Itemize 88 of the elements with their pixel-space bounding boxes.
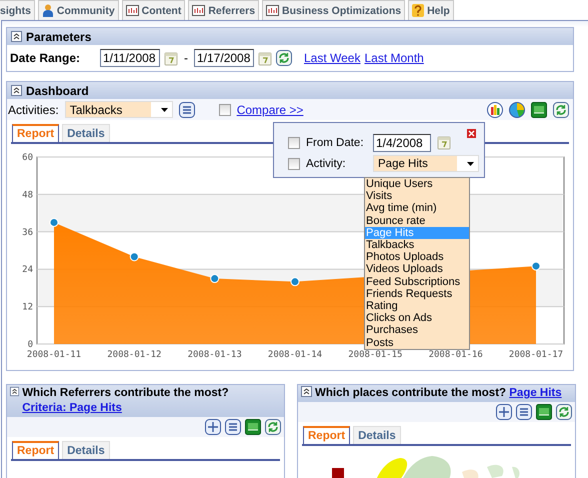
activity-checkbox[interactable] bbox=[288, 158, 300, 170]
dropdown-option[interactable]: Videos Uploads bbox=[365, 263, 469, 276]
x-axis-label: 2008-01-14 bbox=[268, 350, 322, 360]
collapse-icon[interactable] bbox=[11, 31, 22, 42]
dropdown-option[interactable]: Feed Subscriptions bbox=[365, 276, 469, 288]
caret-icon bbox=[467, 162, 474, 166]
collapse-icon[interactable] bbox=[11, 85, 22, 96]
collapse-icon[interactable] bbox=[301, 386, 312, 397]
list-icon[interactable] bbox=[516, 404, 532, 420]
chart-icon bbox=[126, 5, 139, 16]
person-icon bbox=[42, 4, 54, 17]
panel-title: Which places contribute the most? Page Hits bbox=[315, 386, 562, 401]
dropdown-option[interactable]: Talkbacks bbox=[365, 239, 469, 252]
activities-label: Activities: bbox=[8, 102, 59, 116]
activity-dropdown[interactable]: Page Hits bbox=[373, 155, 479, 172]
view-tab[interactable]: Details bbox=[62, 124, 110, 142]
from-date-field[interactable]: 1/4/2008 bbox=[373, 134, 431, 152]
dropdown-option[interactable]: Purchases bbox=[365, 324, 469, 337]
pie-chart-icon[interactable] bbox=[509, 102, 525, 118]
refresh-icon[interactable] bbox=[276, 50, 292, 66]
nav-tab[interactable]: Referrers bbox=[188, 0, 260, 20]
dropdown-option[interactable]: Avg time (min) bbox=[365, 202, 469, 215]
nav-tab[interactable]: Community bbox=[38, 0, 119, 20]
x-axis-label: 2008-01-12 bbox=[107, 350, 162, 360]
nav-tab[interactable]: sights bbox=[0, 0, 35, 20]
bar-chart-icon[interactable] bbox=[487, 102, 503, 118]
close-icon[interactable] bbox=[467, 129, 476, 138]
dropdown-option[interactable]: Clicks on Ads bbox=[365, 312, 469, 324]
dropdown-option[interactable]: Bounce rate bbox=[365, 214, 469, 227]
calendar-icon[interactable] bbox=[164, 50, 178, 66]
view-tab[interactable]: Details bbox=[62, 441, 110, 459]
chart-icon bbox=[192, 5, 206, 16]
dropdown-option[interactable]: Posts bbox=[365, 336, 469, 349]
x-axis-label: 2008-01-17 bbox=[508, 350, 564, 360]
nav-tab[interactable]: Content bbox=[122, 0, 186, 20]
compare-checkbox[interactable] bbox=[218, 104, 231, 116]
y-axis-label: 48 bbox=[22, 190, 33, 200]
y-axis-label: 24 bbox=[22, 265, 33, 276]
expand-icon[interactable] bbox=[205, 419, 221, 435]
export-icon[interactable] bbox=[531, 102, 547, 118]
criteria-link[interactable]: Criteria: Page Hits bbox=[22, 402, 122, 414]
x-axis-label: 2008-01-13 bbox=[188, 350, 242, 360]
y-axis-label: 60 bbox=[22, 153, 33, 163]
dropdown-option[interactable]: Unique Users bbox=[365, 178, 469, 190]
calendar-icon[interactable] bbox=[437, 135, 451, 150]
date-range-label: Date Range: bbox=[10, 51, 82, 65]
dropdown-option[interactable]: Visits bbox=[365, 190, 469, 202]
y-axis-label: 12 bbox=[22, 302, 33, 313]
chart-icon bbox=[266, 5, 280, 16]
data-point bbox=[290, 277, 300, 286]
date-link[interactable]: Last Week bbox=[304, 51, 360, 65]
list-icon[interactable] bbox=[225, 419, 241, 435]
y-axis-label: 0 bbox=[28, 340, 33, 350]
activity-dropdown[interactable]: Talkbacks bbox=[64, 101, 173, 118]
list-icon[interactable] bbox=[178, 102, 195, 118]
date-separator: - bbox=[184, 51, 188, 65]
date-field[interactable]: 1/11/2008 bbox=[100, 49, 160, 67]
export-icon[interactable] bbox=[536, 404, 552, 420]
x-axis-label: 2008-01-11 bbox=[26, 350, 82, 360]
y-axis-label: 36 bbox=[22, 228, 33, 238]
dropdown-option[interactable]: Photos Uploads bbox=[365, 251, 469, 264]
compare-link[interactable]: Compare >> bbox=[236, 102, 304, 116]
from-date-checkbox[interactable] bbox=[288, 136, 300, 148]
data-point bbox=[210, 274, 220, 284]
nav-tab[interactable]: Business Optimizations bbox=[262, 0, 406, 20]
refresh-icon[interactable] bbox=[553, 102, 569, 118]
x-axis-label: 2008-01-16 bbox=[428, 350, 483, 360]
nav-tab[interactable]: Help bbox=[408, 0, 454, 20]
from-date-label: From Date: bbox=[306, 136, 365, 148]
caret-icon bbox=[160, 108, 168, 112]
date-field[interactable]: 1/17/2008 bbox=[194, 49, 254, 67]
refresh-icon[interactable] bbox=[556, 404, 572, 420]
refresh-icon[interactable] bbox=[265, 419, 281, 435]
collapse-icon[interactable] bbox=[10, 386, 20, 397]
dropdown-option[interactable]: Rating bbox=[365, 300, 469, 312]
panel-title: Which Referrers contribute the most? Criteria: Page Hits bbox=[22, 386, 230, 416]
activity-label: Activity: bbox=[306, 158, 347, 170]
view-tab[interactable]: Details bbox=[353, 426, 401, 444]
expand-icon[interactable] bbox=[496, 404, 512, 420]
criteria-link[interactable]: Page Hits bbox=[509, 387, 562, 399]
date-link[interactable]: Last Month bbox=[364, 51, 424, 65]
calendar-icon[interactable] bbox=[258, 50, 272, 66]
x-axis-label: 2008-01-15 bbox=[348, 350, 402, 360]
help-icon bbox=[412, 4, 424, 17]
section-title: Parameters bbox=[26, 30, 92, 44]
dropdown-option[interactable]: Friends Requests bbox=[365, 288, 469, 300]
section-title: Dashboard bbox=[26, 84, 89, 98]
export-icon[interactable] bbox=[245, 419, 261, 435]
